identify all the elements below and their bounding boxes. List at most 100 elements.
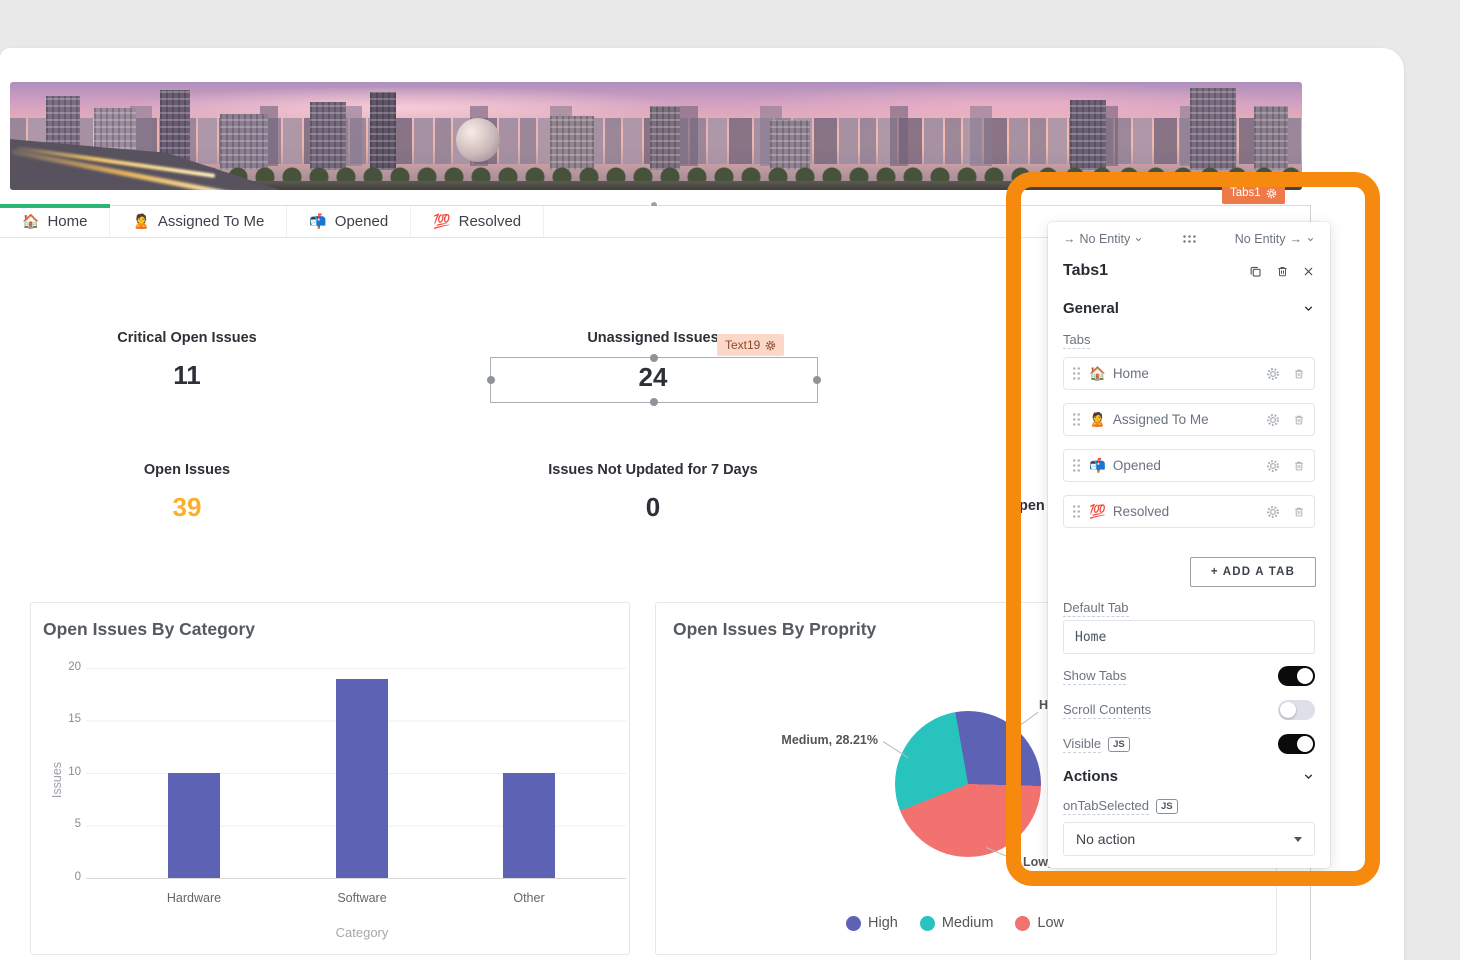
- stat-issues-not-updated[interactable]: Issues Not Updated for 7 Days 0: [548, 462, 758, 523]
- tab-config-label: Home: [1113, 366, 1149, 381]
- copy-widget-button[interactable]: [1248, 264, 1263, 279]
- banner-building: [1070, 100, 1106, 170]
- tab-settings-button[interactable]: [1266, 367, 1280, 381]
- drag-handle-icon[interactable]: [1072, 504, 1081, 519]
- delete-widget-button[interactable]: [1275, 264, 1290, 279]
- trash-icon: [1292, 505, 1306, 519]
- legend-dot: [920, 916, 935, 931]
- arrow-right-icon: →: [1063, 232, 1076, 246]
- on-tab-selected-label: onTabSelected: [1063, 798, 1149, 815]
- banner-building: [1190, 88, 1236, 170]
- stat-open-issues[interactable]: Open Issues 39: [144, 462, 230, 523]
- js-toggle-badge[interactable]: JS: [1156, 799, 1178, 814]
- hundred-emoji-icon: 💯: [433, 213, 450, 230]
- scroll-contents-row: Scroll Contents: [1063, 700, 1315, 720]
- legend-dot: [846, 916, 861, 931]
- tab-delete-button[interactable]: [1292, 459, 1306, 473]
- selected-widget-name-badge[interactable]: Text19: [717, 334, 784, 356]
- tab-delete-button[interactable]: [1292, 505, 1306, 519]
- chevron-down-icon: [1306, 235, 1315, 244]
- legend-dot: [1015, 916, 1030, 931]
- show-tabs-toggle[interactable]: [1278, 666, 1315, 686]
- drag-handle-icon[interactable]: [1072, 458, 1081, 473]
- widget-name-badge[interactable]: Tabs1: [1222, 182, 1285, 204]
- properties-panel: → No Entity No Entity → Tabs1: [1048, 222, 1330, 868]
- banner-building: [1254, 106, 1288, 170]
- tab-config-label: Opened: [1113, 458, 1161, 473]
- tab-config-assigned-to-me[interactable]: 🙎Assigned To Me: [1063, 403, 1315, 436]
- panel-title-row: Tabs1: [1063, 262, 1315, 280]
- default-tab-input[interactable]: [1063, 620, 1315, 654]
- stat-label: Critical Open Issues: [117, 330, 256, 346]
- drag-grid-icon[interactable]: [1182, 234, 1197, 244]
- visible-row: Visible JS: [1063, 734, 1315, 754]
- close-panel-button[interactable]: [1302, 265, 1315, 278]
- bar-software[interactable]: [336, 679, 388, 879]
- tab-label: Assigned To Me: [158, 213, 264, 230]
- stat-critical-open-issues[interactable]: Critical Open Issues 11: [117, 330, 256, 391]
- gear-icon[interactable]: [765, 340, 776, 351]
- banner-dome: [456, 118, 500, 162]
- stat-value: 11: [117, 360, 256, 391]
- tab-config-resolved[interactable]: 💯Resolved: [1063, 495, 1315, 528]
- chevron-down-icon: [1134, 235, 1143, 244]
- outgoing-entity-select[interactable]: No Entity →: [1235, 232, 1315, 246]
- section-actions[interactable]: Actions: [1063, 768, 1315, 785]
- legend-label: High: [868, 915, 898, 931]
- tab-delete-button[interactable]: [1292, 367, 1306, 381]
- tab-settings-button[interactable]: [1266, 505, 1280, 519]
- legend-item-low[interactable]: Low: [1015, 915, 1064, 931]
- show-tabs-label: Show Tabs: [1063, 668, 1126, 685]
- section-general[interactable]: General: [1063, 300, 1315, 317]
- tab-settings-button[interactable]: [1266, 459, 1280, 473]
- app-background: 🏠 Home 🙎 Assigned To Me 📬 Opened 💯 Resol…: [0, 0, 1460, 960]
- widget-name-title[interactable]: Tabs1: [1063, 262, 1108, 280]
- drag-handle-icon[interactable]: [1072, 412, 1081, 427]
- visible-toggle[interactable]: [1278, 734, 1315, 754]
- drag-handle-icon[interactable]: [1072, 366, 1081, 381]
- pie-callout-medium: Medium, 28.21%: [716, 733, 878, 747]
- person-emoji-icon: 🙎: [132, 213, 149, 230]
- pie-circle[interactable]: [895, 711, 1041, 857]
- resize-handle-top[interactable]: [650, 354, 658, 362]
- tab-settings-button[interactable]: [1266, 413, 1280, 427]
- scroll-contents-toggle[interactable]: [1278, 700, 1315, 720]
- gear-icon[interactable]: [1266, 188, 1277, 199]
- incoming-entity-select[interactable]: → No Entity: [1063, 232, 1143, 246]
- gear-icon: [1266, 505, 1280, 519]
- home-emoji-icon: 🏠: [22, 213, 39, 230]
- tab-opened[interactable]: 📬 Opened: [287, 206, 411, 237]
- trash-icon: [1292, 367, 1306, 381]
- bar-hardware[interactable]: [168, 773, 220, 878]
- default-tab-label: Default Tab: [1063, 600, 1129, 617]
- legend-item-medium[interactable]: Medium: [920, 915, 994, 931]
- close-icon: [1302, 265, 1315, 278]
- person-emoji-icon: 🙎: [1089, 412, 1106, 428]
- resize-handle-right[interactable]: [813, 376, 821, 384]
- tab-delete-button[interactable]: [1292, 413, 1306, 427]
- tab-label: Opened: [335, 213, 388, 230]
- resize-handle-left[interactable]: [487, 376, 495, 384]
- bar-chart-widget[interactable]: Open Issues By Category Issues 20 15 10 …: [30, 602, 630, 955]
- callout-line: [1013, 712, 1039, 731]
- widget-selection-box[interactable]: [490, 357, 818, 403]
- tab-assigned-to-me[interactable]: 🙎 Assigned To Me: [110, 206, 287, 237]
- tab-home[interactable]: 🏠 Home: [0, 206, 110, 237]
- tab-config-opened[interactable]: 📬Opened: [1063, 449, 1315, 482]
- tab-resolved[interactable]: 💯 Resolved: [411, 206, 544, 237]
- show-tabs-row: Show Tabs: [1063, 666, 1315, 686]
- js-toggle-badge[interactable]: JS: [1108, 737, 1130, 752]
- chevron-down-icon: [1302, 770, 1315, 783]
- legend-label: Low: [1037, 915, 1064, 931]
- tab-config-home[interactable]: 🏠Home: [1063, 357, 1315, 390]
- tab-label: Resolved: [459, 213, 522, 230]
- banner-image[interactable]: [10, 82, 1302, 190]
- add-a-tab-button[interactable]: + ADD A TAB: [1190, 557, 1316, 587]
- gear-icon: [1266, 367, 1280, 381]
- bar-other[interactable]: [503, 773, 555, 878]
- resize-handle-bottom[interactable]: [650, 398, 658, 406]
- legend-item-high[interactable]: High: [846, 915, 898, 931]
- entity-connect-row: → No Entity No Entity →: [1063, 232, 1315, 246]
- stat-label: Issues Not Updated for 7 Days: [548, 462, 758, 478]
- action-select[interactable]: No action: [1063, 822, 1315, 856]
